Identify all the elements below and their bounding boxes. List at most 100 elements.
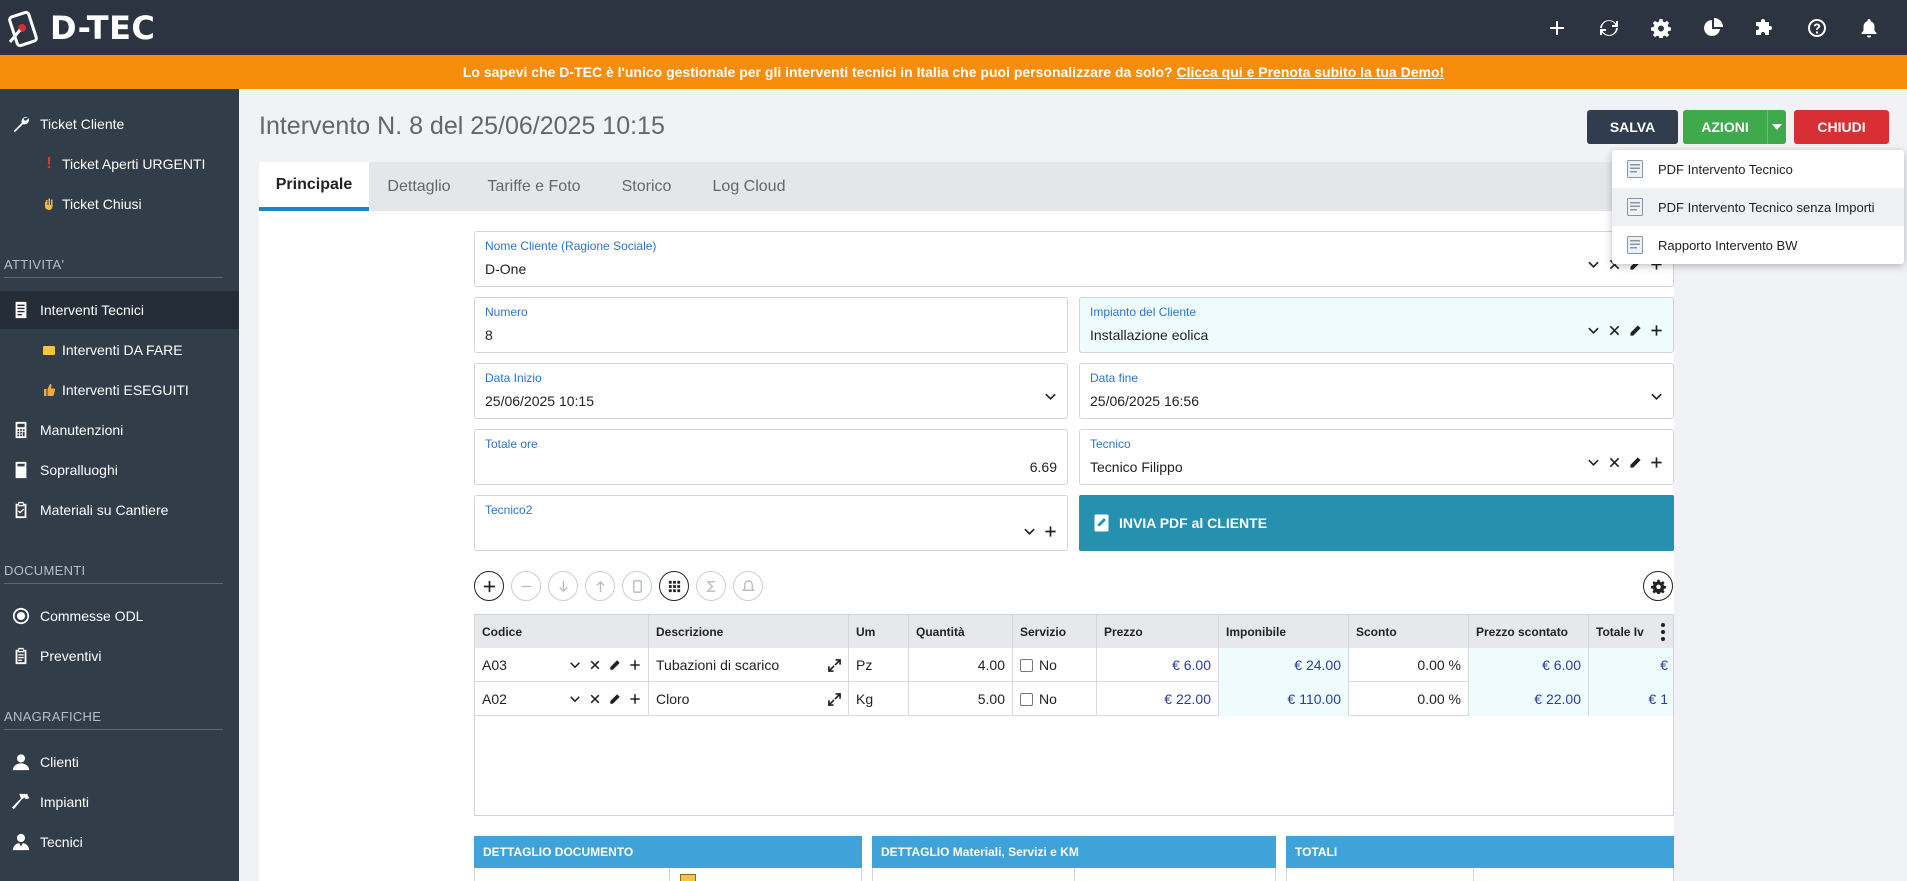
cliente-field[interactable]: Nome Cliente (Ragione Sociale) D-One <box>474 231 1674 287</box>
pie-chart-icon[interactable] <box>1687 0 1739 55</box>
close-button[interactable]: CHIUDI <box>1794 110 1889 144</box>
chevron-down-icon[interactable] <box>1043 389 1057 403</box>
sidebar-item-interventi-da-fare[interactable]: Interventi DA FARE <box>0 331 239 369</box>
expand-icon[interactable] <box>828 692 841 706</box>
send-pdf-button[interactable]: INVIA PDF al CLIENTE <box>1079 495 1674 551</box>
cell-quantita[interactable]: 4.00 <box>909 648 1013 682</box>
help-icon[interactable] <box>1791 0 1843 55</box>
column-header-codice[interactable]: Codice <box>475 615 649 648</box>
cell-um[interactable]: Pz <box>849 648 909 682</box>
numero-field[interactable]: Numero 8 <box>474 297 1068 353</box>
sidebar-item-ticket-urgenti[interactable]: ! Ticket Aperti URGENTI <box>0 145 239 183</box>
servizio-checkbox[interactable] <box>1020 692 1033 706</box>
cell-descrizione[interactable]: Cloro <box>649 682 849 716</box>
add-icon[interactable] <box>629 659 641 671</box>
expand-icon[interactable] <box>828 658 841 672</box>
menu-item-pdf-intervento[interactable]: PDF Intervento Tecnico <box>1612 150 1904 188</box>
column-header-servizio[interactable]: Servizio <box>1013 615 1097 648</box>
actions-button[interactable]: AZIONI <box>1683 110 1786 144</box>
chevron-down-icon[interactable] <box>1649 389 1663 403</box>
sidebar-item-interventi-tecnici[interactable]: Interventi Tecnici <box>0 291 239 329</box>
cell-prezzo-scontato[interactable]: € 22.00 <box>1469 682 1589 716</box>
table-row[interactable]: A03 Tubazioni di scarico Pz 4.00 No € 6.… <box>475 648 1673 682</box>
add-icon[interactable] <box>1649 455 1663 469</box>
grid-settings-button[interactable] <box>1643 571 1673 601</box>
cell-descrizione[interactable]: Tubazioni di scarico <box>649 648 849 682</box>
plus-icon[interactable] <box>1531 0 1583 55</box>
column-header-imponibile[interactable]: Imponibile <box>1219 615 1349 648</box>
chevron-down-icon[interactable] <box>1586 257 1600 271</box>
cell-sconto[interactable]: 0.00 % <box>1349 682 1469 716</box>
add-icon[interactable] <box>1043 524 1057 538</box>
clear-icon[interactable] <box>589 693 601 705</box>
cell-codice[interactable]: A02 <box>475 682 649 716</box>
clear-icon[interactable] <box>1607 455 1621 469</box>
clear-icon[interactable] <box>589 659 601 671</box>
chevron-down-icon[interactable] <box>569 693 581 705</box>
add-icon[interactable] <box>1649 323 1663 337</box>
sidebar-item-ticket-cliente[interactable]: Ticket Cliente <box>0 105 239 143</box>
sidebar-item-impianti[interactable]: Impianti <box>0 783 239 821</box>
cell-prezzo[interactable]: € 6.00 <box>1097 648 1219 682</box>
bell-button[interactable] <box>733 571 763 601</box>
column-header-um[interactable]: Um <box>849 615 909 648</box>
edit-icon[interactable] <box>1628 455 1642 469</box>
remove-row-button[interactable] <box>511 571 541 601</box>
cell-codice[interactable]: A03 <box>475 648 649 682</box>
cell-prezzo[interactable]: € 22.00 <box>1097 682 1219 716</box>
cell-quantita[interactable]: 5.00 <box>909 682 1013 716</box>
servizio-checkbox[interactable] <box>1020 658 1033 672</box>
column-header-prezzo[interactable]: Prezzo <box>1097 615 1219 648</box>
tab-log-cloud[interactable]: Log Cloud <box>694 162 804 211</box>
edit-icon[interactable] <box>609 693 621 705</box>
bell-icon[interactable] <box>1843 0 1895 55</box>
chevron-down-icon[interactable] <box>1586 455 1600 469</box>
sidebar-item-interventi-eseguiti[interactable]: Interventi ESEGUITI <box>0 371 239 409</box>
app-logo[interactable]: D-TEC <box>6 8 155 48</box>
menu-item-rapporto-bw[interactable]: Rapporto Intervento BW <box>1612 226 1904 264</box>
edit-icon[interactable] <box>1628 323 1642 337</box>
move-up-button[interactable] <box>585 571 615 601</box>
save-button[interactable]: SALVA <box>1587 110 1678 144</box>
tab-dettaglio[interactable]: Dettaglio <box>369 162 469 211</box>
totale-ore-field[interactable]: Totale ore 6.69 <box>474 429 1068 485</box>
move-down-button[interactable] <box>548 571 578 601</box>
sidebar-item-sopralluoghi[interactable]: Sopralluoghi <box>0 451 239 489</box>
gear-icon[interactable] <box>1635 0 1687 55</box>
cell-totale[interactable]: € <box>1589 648 1673 682</box>
column-header-prezzo-scontato[interactable]: Prezzo scontato <box>1469 615 1589 648</box>
sidebar-item-materiali-cantiere[interactable]: Materiali su Cantiere <box>0 491 239 529</box>
cell-imponibile[interactable]: € 110.00 <box>1219 682 1349 716</box>
sidebar-item-clienti[interactable]: Clienti <box>0 743 239 781</box>
chevron-down-icon[interactable] <box>1022 524 1036 538</box>
cell-sconto[interactable]: 0.00 % <box>1349 648 1469 682</box>
grid-view-button[interactable] <box>659 571 689 601</box>
table-row[interactable]: A02 Cloro Kg 5.00 No € 22.00 € 110.00 0.… <box>475 682 1673 716</box>
puzzle-icon[interactable] <box>1739 0 1791 55</box>
tecnico2-field[interactable]: Tecnico2 <box>474 495 1068 551</box>
sidebar-item-commesse-odl[interactable]: Commesse ODL <box>0 597 239 635</box>
clear-icon[interactable] <box>1607 323 1621 337</box>
sidebar-item-preventivi[interactable]: Preventivi <box>0 637 239 675</box>
cell-servizio[interactable]: No <box>1013 648 1097 682</box>
tab-storico[interactable]: Storico <box>599 162 694 211</box>
caret-down-icon[interactable] <box>1767 110 1786 144</box>
sidebar-item-manutenzioni[interactable]: Manutenzioni <box>0 411 239 449</box>
refresh-icon[interactable] <box>1583 0 1635 55</box>
menu-item-pdf-senza-importi[interactable]: PDF Intervento Tecnico senza Importi <box>1612 188 1904 226</box>
column-header-sconto[interactable]: Sconto <box>1349 615 1469 648</box>
add-row-button[interactable] <box>474 571 504 601</box>
sum-button[interactable] <box>696 571 726 601</box>
cell-um[interactable]: Kg <box>849 682 909 716</box>
banner-demo-link[interactable]: Clicca qui e Prenota subito la tua Demo! <box>1177 64 1445 80</box>
tab-tariffe-foto[interactable]: Tariffe e Foto <box>469 162 599 211</box>
cell-totale[interactable]: € 1 <box>1589 682 1673 716</box>
column-header-quantita[interactable]: Quantità <box>909 615 1013 648</box>
impianto-field[interactable]: Impianto del Cliente Installazione eolic… <box>1079 297 1674 353</box>
column-header-descrizione[interactable]: Descrizione <box>649 615 849 648</box>
chevron-down-icon[interactable] <box>1586 323 1600 337</box>
chevron-down-icon[interactable] <box>569 659 581 671</box>
column-menu-icon[interactable] <box>1657 623 1669 641</box>
data-fine-field[interactable]: Data fine 25/06/2025 16:56 <box>1079 363 1674 419</box>
sidebar-item-ticket-chiusi[interactable]: Ticket Chiusi <box>0 185 239 223</box>
